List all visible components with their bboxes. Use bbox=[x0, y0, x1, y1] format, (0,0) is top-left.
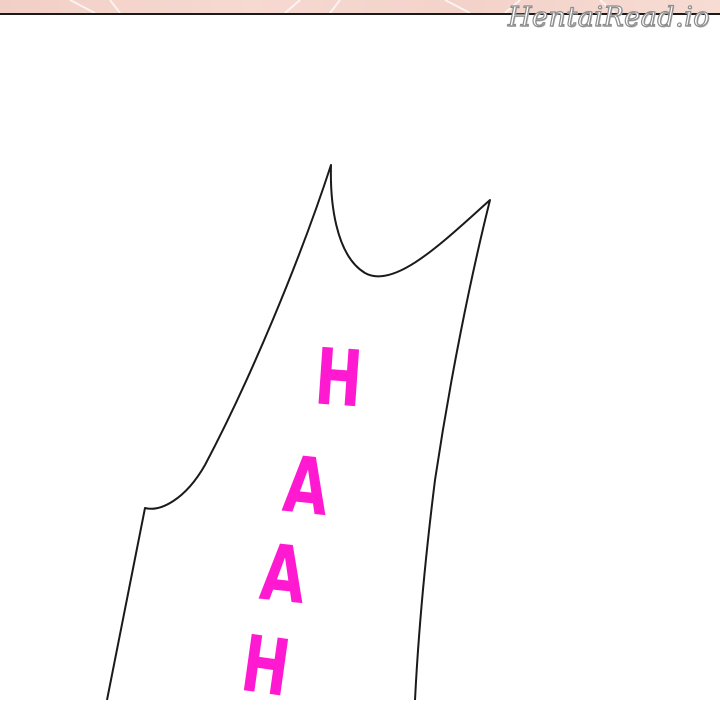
sfx-letter-h1: H bbox=[312, 332, 366, 426]
sfx-letter-a2: A bbox=[256, 527, 311, 623]
sound-effect-haah: H A A H bbox=[0, 0, 720, 714]
sfx-letter-a1: A bbox=[279, 439, 334, 535]
sfx-letter-h2: H bbox=[236, 619, 296, 715]
